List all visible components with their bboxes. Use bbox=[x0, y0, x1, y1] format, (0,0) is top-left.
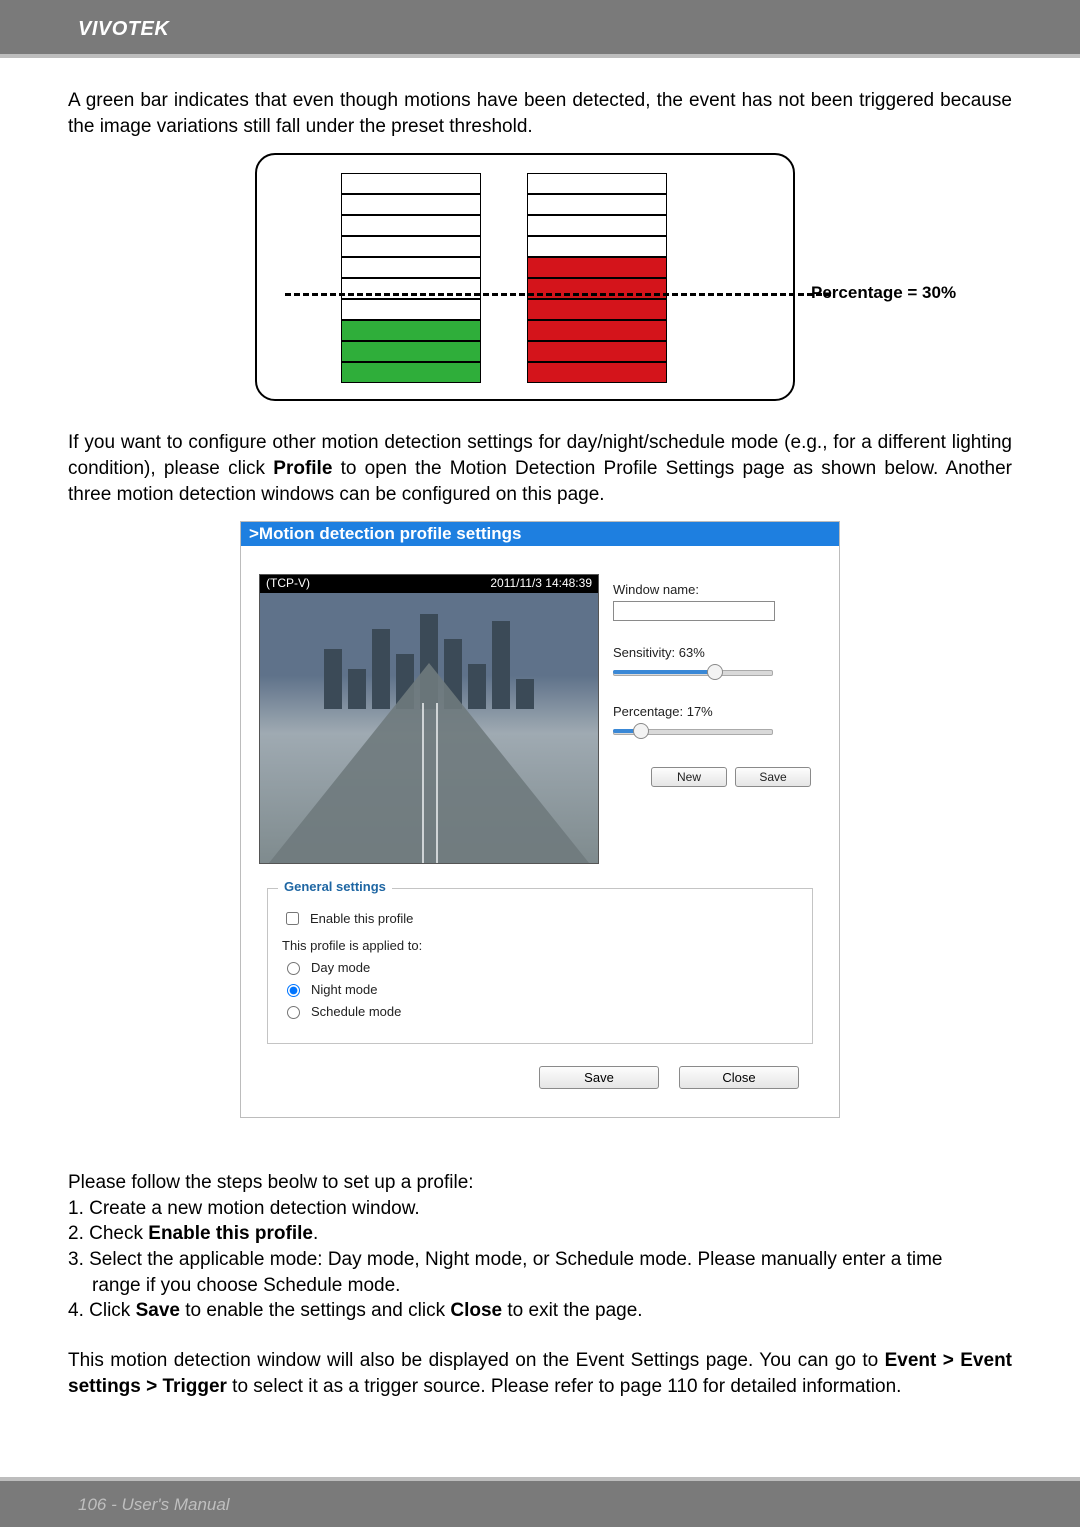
threshold-line bbox=[285, 293, 831, 296]
save-button[interactable]: Save bbox=[735, 767, 811, 787]
header-band: VIVOTEK bbox=[0, 0, 1080, 58]
night-mode-radio[interactable] bbox=[287, 984, 300, 997]
step-1: 1. Create a new motion detection window. bbox=[68, 1196, 1012, 1222]
schedule-mode-radio[interactable] bbox=[287, 1006, 300, 1019]
panel-close-button[interactable]: Close bbox=[679, 1066, 799, 1089]
day-mode-label: Day mode bbox=[311, 960, 370, 975]
paragraph-green-bar: A green bar indicates that even though m… bbox=[68, 88, 1012, 139]
brand-logo: VIVOTEK bbox=[78, 18, 169, 40]
panel-title: >Motion detection profile settings bbox=[241, 522, 839, 546]
steps-intro: Please follow the steps beolw to set up … bbox=[68, 1170, 1012, 1196]
percentage-slider[interactable] bbox=[613, 723, 773, 739]
video-preview: (TCP-V) 2011/11/3 14:48:39 bbox=[259, 574, 599, 864]
threshold-label: Percentage = 30% bbox=[811, 283, 956, 303]
footer-band: 106 - User's Manual bbox=[0, 1477, 1080, 1527]
footer-text: 106 - User's Manual bbox=[78, 1495, 230, 1514]
preview-left-text: (TCP-V) bbox=[266, 576, 310, 592]
bar-column-right bbox=[527, 173, 667, 383]
paragraph-profile: If you want to configure other motion de… bbox=[68, 430, 1012, 507]
bar-column-left bbox=[341, 173, 481, 383]
profile-settings-panel: >Motion detection profile settings (TCP-… bbox=[240, 521, 840, 1118]
step-4: 4. Click Save to enable the settings and… bbox=[68, 1298, 1012, 1324]
threshold-diagram: Percentage = 30% bbox=[68, 153, 1012, 408]
window-name-input[interactable] bbox=[613, 601, 775, 621]
paragraph-event-settings: This motion detection window will also b… bbox=[68, 1348, 1012, 1399]
page-content: A green bar indicates that even though m… bbox=[0, 58, 1080, 1399]
steps-block: Please follow the steps beolw to set up … bbox=[68, 1170, 1012, 1324]
day-mode-radio[interactable] bbox=[287, 962, 300, 975]
percentage-label: Percentage: 17% bbox=[613, 704, 821, 719]
window-name-label: Window name: bbox=[613, 582, 821, 597]
schedule-mode-label: Schedule mode bbox=[311, 1004, 401, 1019]
controls-column: Window name: Sensitivity: 63% Percentage… bbox=[613, 574, 821, 864]
step-2: 2. Check Enable this profile. bbox=[68, 1221, 1012, 1247]
enable-profile-checkbox[interactable] bbox=[286, 912, 299, 925]
night-mode-label: Night mode bbox=[311, 982, 377, 997]
sensitivity-label: Sensitivity: 63% bbox=[613, 645, 821, 660]
preview-timestamp: 2011/11/3 14:48:39 bbox=[490, 576, 592, 592]
panel-save-button[interactable]: Save bbox=[539, 1066, 659, 1089]
general-settings-fieldset: General settings Enable this profile Thi… bbox=[267, 888, 813, 1044]
sensitivity-slider[interactable] bbox=[613, 664, 773, 680]
general-settings-legend: General settings bbox=[278, 879, 392, 894]
new-button[interactable]: New bbox=[651, 767, 727, 787]
step-3-line1: 3. Select the applicable mode: Day mode,… bbox=[68, 1247, 1012, 1273]
enable-profile-label: Enable this profile bbox=[310, 911, 413, 926]
step-3-line2: range if you choose Schedule mode. bbox=[68, 1273, 1012, 1299]
applied-to-label: This profile is applied to: bbox=[282, 938, 798, 953]
